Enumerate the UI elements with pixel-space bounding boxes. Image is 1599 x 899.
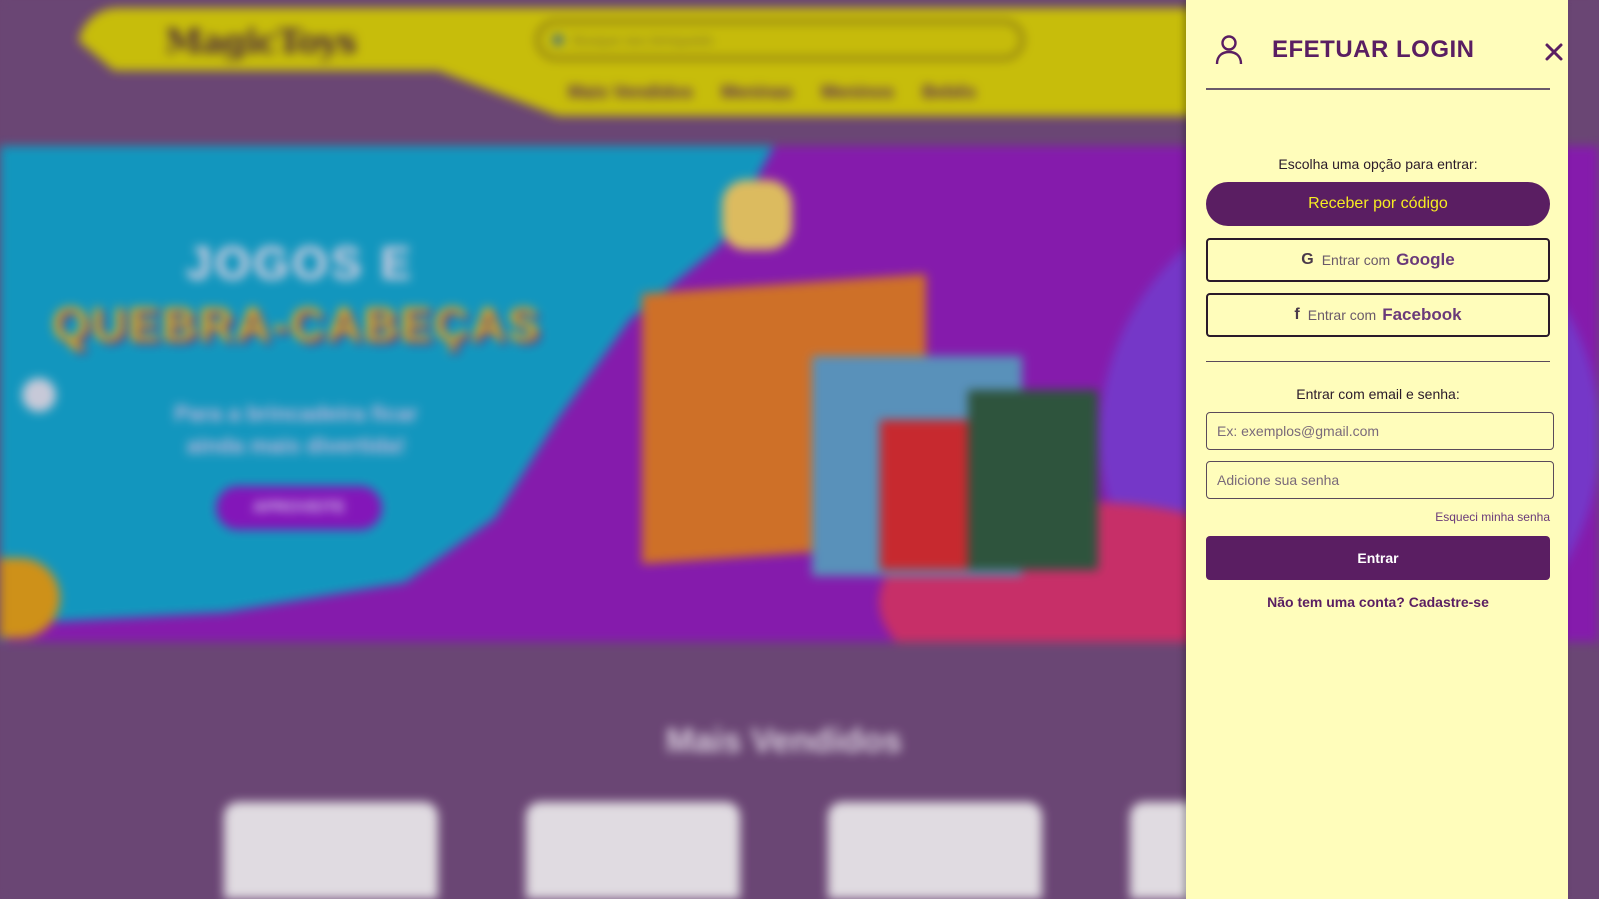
forgot-password-link[interactable]: Esqueci minha senha xyxy=(1206,510,1550,524)
signup-link[interactable]: Não tem uma conta? Cadastre-se xyxy=(1206,594,1550,610)
google-login-button[interactable]: G Entrar com Google xyxy=(1206,238,1550,282)
close-icon[interactable] xyxy=(1542,40,1566,64)
email-login-label: Entrar com email e senha: xyxy=(1296,386,1460,402)
email-field[interactable] xyxy=(1206,412,1554,450)
facebook-login-button[interactable]: f Entrar com Facebook xyxy=(1206,293,1550,337)
divider xyxy=(1206,361,1550,362)
submit-login-button[interactable]: Entrar xyxy=(1206,536,1550,580)
facebook-icon: f xyxy=(1294,306,1300,323)
password-field[interactable] xyxy=(1206,461,1554,499)
google-login-brand: Google xyxy=(1396,250,1455,269)
facebook-login-brand: Facebook xyxy=(1382,305,1462,324)
facebook-login-prefix: Entrar com xyxy=(1307,307,1377,323)
user-icon xyxy=(1215,35,1243,65)
google-login-prefix: Entrar com xyxy=(1321,252,1391,268)
login-title: EFETUAR LOGIN xyxy=(1272,36,1475,63)
login-drawer: EFETUAR LOGIN Escolha uma opção para ent… xyxy=(1186,0,1568,899)
drawer-header: EFETUAR LOGIN xyxy=(1206,28,1563,90)
google-icon: G xyxy=(1301,251,1314,268)
receive-code-button[interactable]: Receber por código xyxy=(1206,182,1550,226)
choose-option-label: Escolha uma opção para entrar: xyxy=(1278,156,1478,172)
